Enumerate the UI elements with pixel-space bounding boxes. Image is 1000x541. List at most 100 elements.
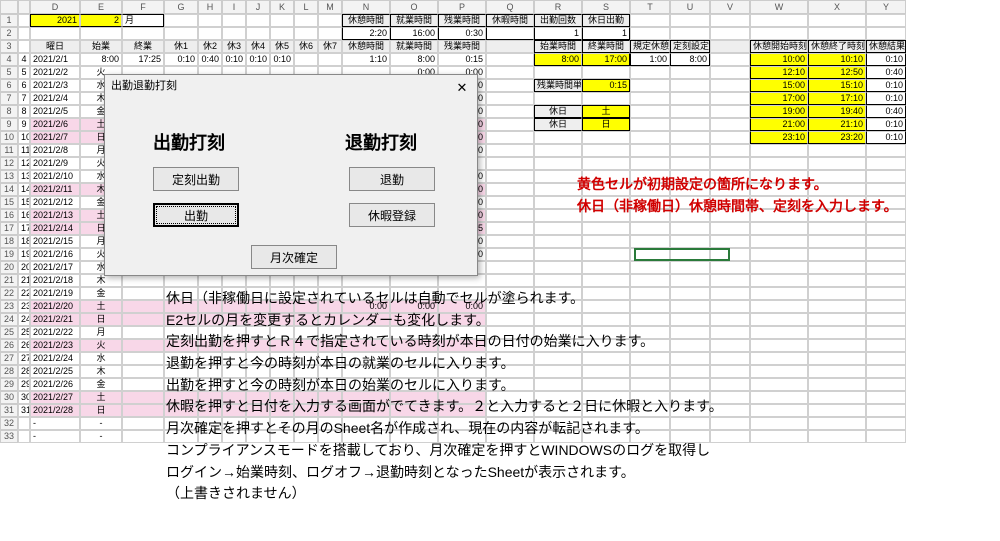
cell[interactable]: 12 <box>18 157 30 170</box>
cell[interactable] <box>486 66 534 79</box>
cell[interactable]: 9 <box>18 118 30 131</box>
cell[interactable] <box>630 144 670 157</box>
cell[interactable]: 2021/2/13 <box>30 209 80 222</box>
cell[interactable] <box>122 326 164 339</box>
cell[interactable]: 土 <box>80 300 122 313</box>
cell[interactable]: 2021/2/5 <box>30 105 80 118</box>
cell[interactable] <box>866 261 906 274</box>
cell[interactable] <box>710 131 750 144</box>
cell[interactable] <box>18 14 30 27</box>
cell[interactable]: 2021/2/28 <box>30 404 80 417</box>
cell[interactable] <box>582 92 630 105</box>
cell[interactable]: 2021/2/10 <box>30 170 80 183</box>
cell[interactable]: 14 <box>18 183 30 196</box>
cell[interactable] <box>750 27 808 40</box>
cell[interactable] <box>808 261 866 274</box>
cell[interactable]: 金 <box>80 287 122 300</box>
cell[interactable]: 月 <box>122 14 164 27</box>
cell[interactable] <box>630 157 670 170</box>
btn-getsuji[interactable]: 月次確定 <box>251 245 337 269</box>
cell[interactable]: 残業時間 <box>438 14 486 27</box>
cell[interactable]: 1 <box>534 27 582 40</box>
cell[interactable] <box>670 105 710 118</box>
cell[interactable] <box>710 40 750 53</box>
cell[interactable]: 21 <box>18 274 30 287</box>
cell[interactable]: 休憩終了時刻 <box>808 40 866 53</box>
cell[interactable] <box>222 27 246 40</box>
cell[interactable] <box>866 287 906 300</box>
cell[interactable]: 17:25 <box>122 53 164 66</box>
cell[interactable]: 終業 <box>122 40 164 53</box>
cell[interactable] <box>750 222 808 235</box>
cell[interactable] <box>750 14 808 27</box>
cell[interactable]: 2021/2/9 <box>30 157 80 170</box>
cell[interactable] <box>486 40 534 53</box>
cell[interactable] <box>670 118 710 131</box>
cell[interactable] <box>486 261 534 274</box>
cell[interactable] <box>582 131 630 144</box>
cell[interactable] <box>318 14 342 27</box>
cell[interactable] <box>630 131 670 144</box>
cell[interactable]: 規定休憩 <box>630 40 670 53</box>
cell[interactable] <box>222 14 246 27</box>
cell[interactable]: 始業 <box>80 40 122 53</box>
cell[interactable] <box>486 235 534 248</box>
cell[interactable] <box>534 261 582 274</box>
cell[interactable]: 17 <box>18 222 30 235</box>
cell[interactable]: 0:10 <box>222 53 246 66</box>
cell[interactable]: 19:40 <box>808 105 866 118</box>
cell[interactable] <box>710 235 750 248</box>
cell[interactable] <box>270 14 294 27</box>
cell[interactable]: 0:10 <box>866 92 906 105</box>
cell[interactable]: 2 <box>80 14 122 27</box>
cell[interactable]: 0:10 <box>246 53 270 66</box>
cell[interactable]: 23:20 <box>808 131 866 144</box>
cell[interactable] <box>122 365 164 378</box>
cell[interactable]: 25 <box>18 326 30 339</box>
cell[interactable]: 2021/2/4 <box>30 92 80 105</box>
cell[interactable] <box>582 66 630 79</box>
cell[interactable]: 0:15 <box>438 53 486 66</box>
cell[interactable]: 22 <box>18 287 30 300</box>
cell[interactable] <box>582 248 630 261</box>
cell[interactable] <box>710 222 750 235</box>
cell[interactable]: 2021/2/2 <box>30 66 80 79</box>
cell[interactable] <box>808 391 866 404</box>
cell[interactable] <box>164 14 198 27</box>
cell[interactable] <box>486 209 534 222</box>
cell[interactable] <box>670 14 710 27</box>
cell[interactable]: 2:20 <box>342 27 390 40</box>
cell[interactable] <box>486 118 534 131</box>
cell[interactable]: 28 <box>18 365 30 378</box>
cell[interactable] <box>670 131 710 144</box>
cell[interactable] <box>198 14 222 27</box>
cell[interactable]: 16:00 <box>390 27 438 40</box>
cell[interactable] <box>486 131 534 144</box>
cell[interactable]: 0:10 <box>866 53 906 66</box>
cell[interactable] <box>750 430 808 443</box>
cell[interactable] <box>670 79 710 92</box>
cell[interactable] <box>866 313 906 326</box>
cell[interactable]: 金 <box>80 378 122 391</box>
cell[interactable]: 2021/2/18 <box>30 274 80 287</box>
cell[interactable]: 21:10 <box>808 118 866 131</box>
cell[interactable]: 日 <box>582 118 630 131</box>
cell[interactable] <box>534 196 582 209</box>
cell[interactable] <box>318 53 342 66</box>
cell[interactable] <box>808 313 866 326</box>
cell[interactable] <box>866 365 906 378</box>
cell[interactable] <box>670 157 710 170</box>
cell[interactable] <box>710 14 750 27</box>
cell[interactable]: - <box>30 430 80 443</box>
cell[interactable] <box>808 300 866 313</box>
cell[interactable] <box>486 222 534 235</box>
cell[interactable] <box>750 144 808 157</box>
cell[interactable] <box>534 248 582 261</box>
cell[interactable]: 10 <box>18 131 30 144</box>
cell[interactable] <box>808 326 866 339</box>
cell[interactable] <box>122 352 164 365</box>
cell[interactable]: 2021/2/17 <box>30 261 80 274</box>
cell[interactable] <box>486 248 534 261</box>
cell[interactable] <box>866 235 906 248</box>
cell[interactable]: 17:00 <box>582 53 630 66</box>
